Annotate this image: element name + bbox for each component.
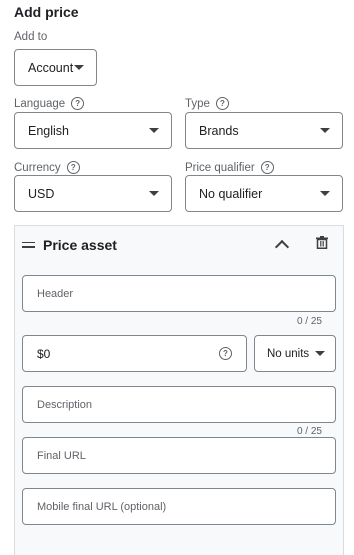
language-label-text: Language — [14, 97, 66, 110]
units-select[interactable]: No units — [254, 335, 336, 372]
price-qualifier-select[interactable]: No qualifier — [185, 175, 343, 212]
currency-label: Currency ? — [14, 161, 80, 174]
trash-icon[interactable] — [316, 236, 328, 249]
header-counter: 0 / 25 — [296, 316, 322, 327]
description-input[interactable]: Description — [22, 386, 336, 423]
final-url-input[interactable]: Final URL — [22, 437, 336, 474]
mobile-final-url-placeholder: Mobile final URL (optional) — [37, 500, 167, 513]
chevron-up-icon[interactable] — [274, 239, 290, 255]
type-label-text: Type — [185, 97, 210, 110]
type-label: Type ? — [185, 97, 229, 110]
price-qualifier-label: Price qualifier ? — [185, 161, 274, 174]
add-to-select[interactable]: Account — [14, 49, 97, 86]
page-title: Add price — [14, 4, 79, 20]
language-select[interactable]: English — [14, 112, 172, 149]
price-input[interactable]: $0 ? — [22, 335, 247, 372]
price-qualifier-label-text: Price qualifier — [185, 161, 255, 174]
language-value: English — [28, 123, 69, 138]
mobile-final-url-input[interactable]: Mobile final URL (optional) — [22, 488, 336, 525]
help-icon[interactable]: ? — [71, 97, 85, 110]
chevron-down-icon — [74, 65, 84, 70]
chevron-down-icon — [315, 351, 325, 356]
chevron-down-icon — [149, 191, 159, 196]
add-to-label-text: Add to — [14, 31, 48, 43]
currency-select[interactable]: USD — [14, 175, 172, 212]
price-value: $0 — [37, 346, 51, 361]
drag-handle-icon[interactable] — [22, 239, 35, 250]
help-icon[interactable]: ? — [66, 161, 80, 174]
add-to-value: Account — [28, 60, 74, 75]
chevron-down-icon — [320, 191, 330, 196]
help-icon[interactable]: ? — [215, 97, 229, 110]
price-asset-card: Price asset Header 0 / 25 $0 ? No units … — [14, 225, 344, 555]
language-label: Language ? — [14, 97, 85, 110]
type-value: Brands — [199, 123, 239, 138]
add-to-label: Add to — [14, 31, 47, 43]
chevron-down-icon — [149, 128, 159, 133]
price-asset-title: Price asset — [43, 237, 117, 253]
help-icon[interactable]: ? — [219, 347, 232, 360]
type-select[interactable]: Brands — [185, 112, 343, 149]
header-placeholder: Header — [37, 287, 74, 300]
final-url-placeholder: Final URL — [37, 449, 86, 462]
help-icon[interactable]: ? — [260, 161, 274, 174]
header-input[interactable]: Header — [22, 275, 336, 312]
price-qualifier-value: No qualifier — [199, 186, 263, 201]
currency-label-text: Currency — [14, 161, 61, 174]
units-value: No units — [267, 347, 310, 360]
description-counter: 0 / 25 — [296, 426, 322, 437]
chevron-down-icon — [320, 128, 330, 133]
description-placeholder: Description — [37, 398, 93, 411]
currency-value: USD — [28, 186, 55, 201]
